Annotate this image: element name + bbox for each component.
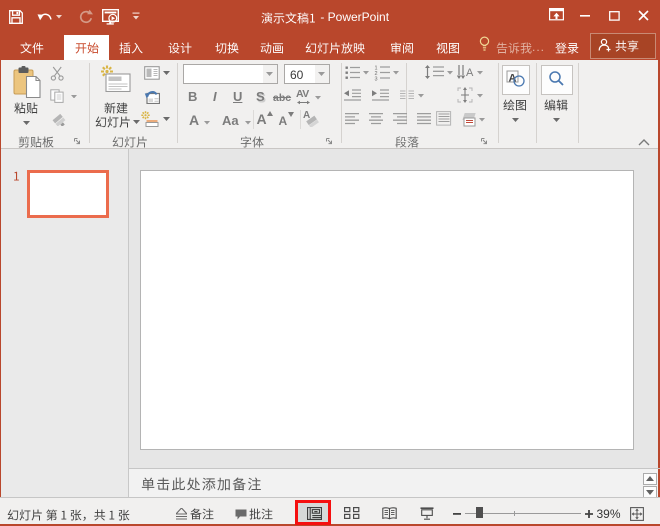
svg-text:3: 3	[375, 76, 378, 81]
svg-text:A: A	[466, 67, 474, 79]
